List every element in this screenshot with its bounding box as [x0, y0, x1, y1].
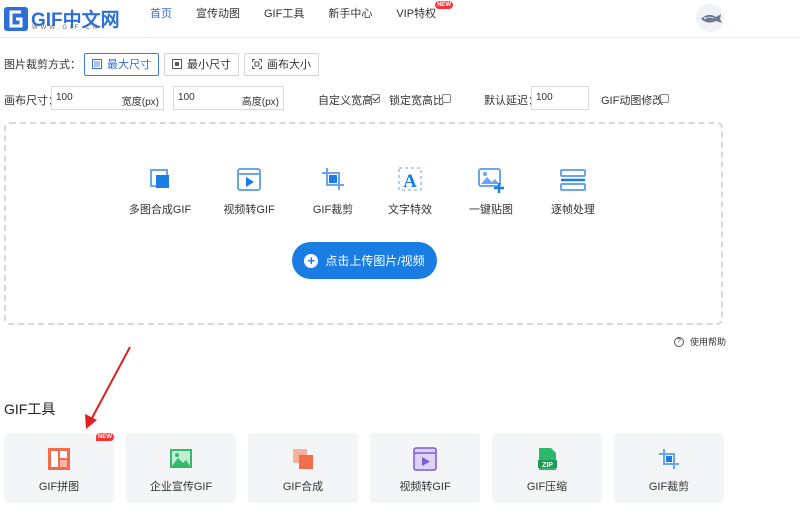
- zip-icon: ZIP: [538, 448, 557, 470]
- canvas-width-field[interactable]: 宽度(px): [51, 86, 164, 110]
- card-label: 视频转GIF: [399, 481, 451, 493]
- custom-size-checkbox[interactable]: [371, 94, 380, 103]
- nav-vip-label: VIP特权: [396, 8, 437, 20]
- card-company-promo-gif[interactable]: 企业宣传GIF: [126, 433, 236, 503]
- max-size-icon: [92, 59, 102, 69]
- canvas-height-unit: 高度(px): [241, 97, 279, 108]
- picture-icon: [170, 449, 192, 468]
- site-logo[interactable]: GIF中文网 WWW.GIF.CN: [3, 4, 123, 34]
- crop-min-size-button[interactable]: 最小尺寸: [164, 52, 239, 76]
- add-image-icon: [478, 168, 504, 193]
- video-icon: [237, 168, 261, 191]
- tool-gif-crop[interactable]: GIF裁剪: [293, 162, 373, 222]
- tool-label: 视频转GIF: [223, 204, 275, 216]
- nav-vip[interactable]: VIP特权 NEW: [396, 0, 454, 38]
- canvas-size-icon: [252, 59, 262, 69]
- tool-label: GIF裁剪: [312, 204, 354, 216]
- tool-label: 多图合成GIF: [128, 204, 192, 216]
- canvas-width-unit: 宽度(px): [121, 97, 159, 108]
- nav-home[interactable]: 首页: [150, 0, 172, 38]
- upload-dropzone[interactable]: 多图合成GIF 视频转GIF GIF裁剪 A 文字特效 一键贴图 逐帧处理 + …: [4, 122, 723, 325]
- canvas-height-field[interactable]: 高度(px): [173, 86, 284, 110]
- tool-label: 一键贴图: [469, 204, 513, 216]
- card-label: GIF合成: [282, 481, 324, 493]
- canvas-size-row: 画布尺寸： 宽度(px) 高度(px) 自定义宽高 锁定宽高比 默认延迟： GI…: [0, 86, 800, 110]
- logo-subtext: WWW.GIF.CN: [32, 25, 100, 31]
- plus-icon: +: [304, 253, 319, 268]
- gif-modify-checkbox[interactable]: [660, 94, 669, 103]
- nav-beginner[interactable]: 新手中心: [328, 0, 372, 38]
- crop-icon: [659, 449, 679, 469]
- tool-text-effect[interactable]: A 文字特效: [370, 162, 450, 222]
- help-link[interactable]: ? 使用帮助: [674, 335, 726, 348]
- tool-label: 文字特效: [388, 204, 432, 216]
- avatar[interactable]: [696, 4, 724, 32]
- merge-icon: [293, 449, 313, 469]
- tool-label: 逐帧处理: [551, 204, 595, 216]
- svg-text:A: A: [403, 171, 417, 192]
- tool-one-click-sticker[interactable]: 一键贴图: [451, 162, 531, 222]
- text-icon: A: [398, 167, 422, 192]
- new-badge: NEW: [96, 433, 114, 441]
- nav-gif-tools[interactable]: GIF工具: [264, 0, 304, 38]
- gif-modify-label: GIF动图修改: [601, 95, 664, 107]
- multi-image-icon: [150, 169, 169, 188]
- crop-mode-row: 图片裁剪方式： 最大尺寸 最小尺寸 画布大小: [4, 52, 324, 76]
- card-gif-compress[interactable]: ZIP GIF压缩: [492, 433, 602, 503]
- upload-button-label: 点击上传图片/视频: [325, 254, 425, 268]
- crop-canvas-size-label: 画布大小: [267, 59, 311, 71]
- card-gif-merge[interactable]: GIF合成: [248, 433, 358, 503]
- fish-avatar-icon: [701, 14, 722, 23]
- delay-input[interactable]: [536, 92, 584, 103]
- crop-max-size-label: 最大尺寸: [107, 59, 151, 71]
- lock-ratio-checkbox[interactable]: [442, 94, 451, 103]
- tool-cards: NEW GIF拼图 企业宣传GIF GIF合成 视频转GIF ZIP GIF压缩…: [4, 433, 800, 503]
- min-size-icon: [172, 59, 182, 69]
- card-gif-collage[interactable]: NEW GIF拼图: [4, 433, 114, 503]
- collage-icon: [48, 448, 70, 470]
- crop-mode-label: 图片裁剪方式：: [4, 59, 81, 71]
- delay-field[interactable]: [531, 86, 589, 110]
- card-video-to-gif[interactable]: 视频转GIF: [370, 433, 480, 503]
- card-label: GIF拼图: [38, 481, 80, 493]
- logo-mark-icon: [4, 7, 28, 31]
- card-label: GIF裁剪: [648, 481, 690, 493]
- new-badge: NEW: [435, 1, 454, 9]
- tool-frame-by-frame[interactable]: 逐帧处理: [533, 162, 613, 222]
- crop-max-size-button[interactable]: 最大尺寸: [84, 52, 159, 76]
- frames-icon: [560, 169, 586, 191]
- crop-icon: [322, 168, 344, 190]
- card-label: 企业宣传GIF: [149, 481, 213, 493]
- tool-video-to-gif[interactable]: 视频转GIF: [209, 162, 289, 222]
- section-title: GIF工具: [4, 401, 56, 417]
- main-nav: 首页 宣传动图 GIF工具 新手中心 VIP特权 NEW: [150, 0, 460, 38]
- help-label: 使用帮助: [690, 337, 727, 347]
- upload-button[interactable]: + 点击上传图片/视频: [292, 242, 437, 279]
- canvas-width-input[interactable]: [56, 92, 116, 103]
- nav-promo-gif[interactable]: 宣传动图: [196, 0, 240, 38]
- card-gif-crop[interactable]: GIF裁剪: [614, 433, 724, 503]
- top-header: GIF中文网 WWW.GIF.CN 首页 宣传动图 GIF工具 新手中心 VIP…: [0, 0, 800, 38]
- svg-text:ZIP: ZIP: [542, 462, 553, 469]
- canvas-height-input[interactable]: [178, 92, 238, 103]
- lock-ratio-label: 锁定宽高比: [389, 95, 444, 107]
- crop-canvas-size-button[interactable]: 画布大小: [244, 52, 319, 76]
- question-icon: ?: [674, 336, 684, 347]
- custom-size-label: 自定义宽高: [318, 95, 373, 107]
- crop-min-size-label: 最小尺寸: [187, 59, 231, 71]
- tool-multi-image-gif[interactable]: 多图合成GIF: [120, 162, 200, 222]
- card-label: GIF压缩: [526, 481, 568, 493]
- video-icon: [413, 447, 437, 471]
